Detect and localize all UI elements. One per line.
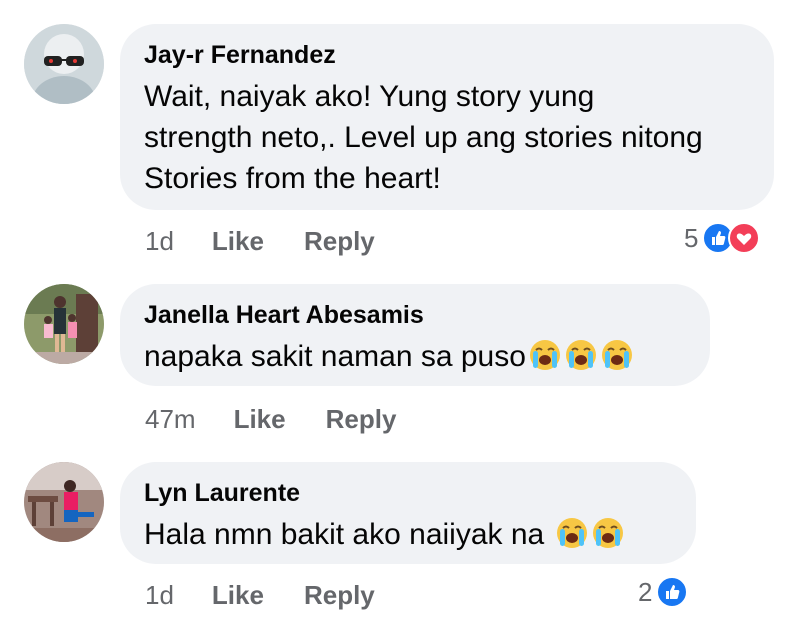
like-button[interactable]: Like [212, 226, 264, 257]
comment-text-body: Hala nmn bakit ako naiiyak na [144, 518, 553, 551]
comment-text: napaka sakit naman sa puso [144, 336, 684, 377]
loudly-crying-face-icon [529, 340, 560, 370]
like-button[interactable]: Like [212, 580, 264, 611]
reaction-summary[interactable]: 5 [684, 222, 761, 254]
reaction-count: 5 [684, 222, 699, 253]
comment-text: Hala nmn bakit ako naiiyak na [144, 514, 670, 555]
reaction-summary[interactable]: 2 [638, 576, 689, 608]
comment-time[interactable]: 47m [145, 404, 196, 435]
loudly-crying-face-icon [592, 518, 623, 548]
like-button[interactable]: Like [234, 404, 286, 435]
comment-actions: 1d Like Reply [145, 226, 415, 257]
comment-text-line: Wait, naiyak ako! Yung story yung [144, 80, 595, 113]
comment-bubble: Lyn Laurente Hala nmn bakit ako naiiyak … [120, 462, 696, 564]
avatar[interactable] [24, 284, 104, 364]
comment-actions: 47m Like Reply [145, 404, 436, 435]
loudly-crying-face-icon [565, 340, 596, 370]
comment-text-line: Stories from the heart! [144, 162, 441, 195]
comment-author[interactable]: Jay-r Fernandez [144, 40, 748, 70]
reply-button[interactable]: Reply [304, 580, 375, 611]
love-icon [728, 222, 761, 254]
comment-actions: 1d Like Reply [145, 580, 415, 611]
comment-time[interactable]: 1d [145, 226, 174, 257]
reaction-count: 2 [638, 576, 653, 607]
avatar[interactable] [24, 24, 104, 104]
like-icon [656, 576, 689, 608]
comment-bubble: Jay-r Fernandez Wait, naiyak ako! Yung s… [120, 24, 774, 210]
reply-button[interactable]: Reply [304, 226, 375, 257]
comment-time[interactable]: 1d [145, 580, 174, 611]
comment-text-body: napaka sakit naman sa puso [144, 340, 526, 373]
loudly-crying-face-icon [601, 340, 632, 370]
loudly-crying-face-icon [556, 518, 587, 548]
avatar[interactable] [24, 462, 104, 542]
reply-button[interactable]: Reply [326, 404, 397, 435]
comment-author[interactable]: Janella Heart Abesamis [144, 300, 684, 330]
comment-text-line: strength neto,. Level up ang stories nit… [144, 121, 703, 154]
comment-author[interactable]: Lyn Laurente [144, 478, 670, 508]
comment-bubble: Janella Heart Abesamis napaka sakit nama… [120, 284, 710, 386]
